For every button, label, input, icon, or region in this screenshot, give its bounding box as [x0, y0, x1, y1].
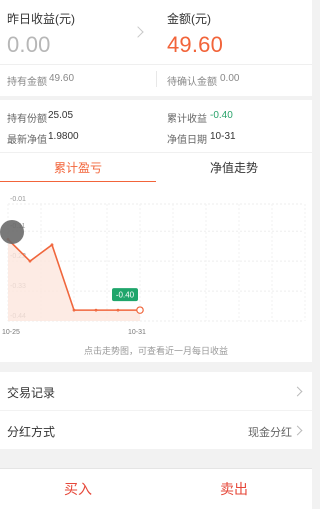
data-point	[28, 259, 32, 263]
data-point	[94, 308, 98, 312]
dividend-method-item[interactable]: 分红方式 现金分红	[0, 411, 312, 449]
value-tag-label: -0.40	[116, 291, 135, 300]
summary-panel: 昨日收益(元) 0.00 金额(元) 49.60 持有金额 49.60 待确认金…	[0, 0, 312, 96]
dividend-method-value: 现金分红	[248, 427, 292, 439]
tab-cumulative[interactable]: 累计盈亏	[0, 153, 156, 183]
chart-svg[interactable]: -0.01-0.11-0.22-0.33-0.44-0.4010-2510-31	[0, 182, 312, 352]
amount: 金额(元) 49.60	[167, 10, 223, 58]
nav-date-value: 10-31	[210, 131, 236, 142]
holding-label: 持有金额	[7, 77, 47, 88]
data-point	[72, 308, 76, 312]
x-tick-label: 10-25	[2, 329, 20, 336]
nav-value: 1.9800	[48, 131, 79, 142]
dividend-method-label: 分红方式	[7, 425, 56, 439]
fund-info: 持有份额 25.05 累计收益 -0.40 最新净值 1.9800 净值日期 1…	[0, 100, 312, 152]
cumulative-label: 累计收益	[167, 114, 207, 125]
amount-value: 49.60	[167, 32, 224, 57]
cumulative-value: -0.40	[210, 110, 233, 121]
action-bar: 买入 卖出	[0, 468, 312, 509]
trade-records-label: 交易记录	[7, 386, 56, 400]
data-point	[136, 306, 144, 314]
amount-label: 金额(元)	[167, 12, 211, 26]
data-point	[50, 243, 54, 247]
sell-button[interactable]: 卖出	[156, 469, 312, 509]
shares-label: 持有份额	[7, 114, 47, 125]
pending-label: 待确认金额	[167, 77, 217, 88]
chevron-right-icon	[292, 386, 303, 397]
chart-tabs: 累计盈亏 净值走势	[0, 152, 312, 183]
pending-value: 0.00	[220, 73, 240, 84]
tab-nav-trend[interactable]: 净值走势	[156, 153, 312, 183]
nav-label: 最新净值	[7, 135, 47, 146]
yesterday-earnings-label: 昨日收益(元)	[7, 12, 75, 26]
nav-date-label: 净值日期	[167, 135, 207, 146]
x-tick-label: 10-31	[128, 329, 146, 336]
trade-records-item[interactable]: 交易记录	[0, 372, 312, 410]
data-point	[116, 308, 120, 312]
y-tick-label: -0.01	[10, 196, 26, 203]
drag-handle-icon	[0, 220, 24, 244]
profit-chart[interactable]: -0.01-0.11-0.22-0.33-0.44-0.4010-2510-31	[0, 182, 312, 362]
holding-value: 49.60	[49, 73, 75, 84]
yesterday-earnings-value: 0.00	[7, 32, 51, 57]
yesterday-earnings[interactable]: 昨日收益(元) 0.00	[7, 10, 75, 58]
buy-button[interactable]: 买入	[0, 469, 156, 509]
divider	[156, 71, 157, 87]
chevron-right-icon	[292, 425, 303, 436]
shares-value: 25.05	[48, 110, 74, 121]
holding-row: 持有金额 49.60 待确认金额 0.00	[0, 64, 312, 92]
chart-hint: 点击走势图，可查看近一月每日收益	[83, 346, 228, 356]
chevron-right-icon[interactable]	[132, 26, 144, 38]
